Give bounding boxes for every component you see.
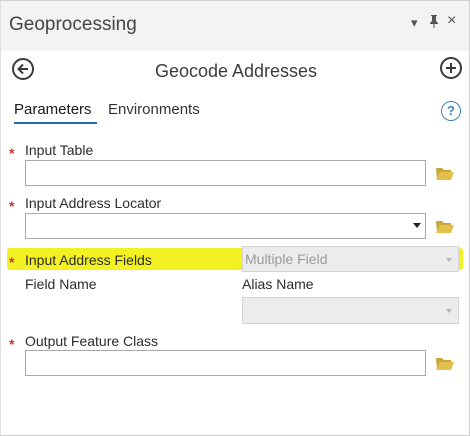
pane-titlebar: Geoprocessing ▾ × [1, 1, 469, 51]
output-feature-class-label: Output Feature Class [25, 333, 159, 349]
required-marker: * [9, 145, 15, 161]
required-marker: * [9, 336, 15, 352]
geoprocessing-pane: Geoprocessing ▾ × Geocode Addresses Para… [0, 0, 470, 436]
active-tab-indicator [14, 122, 97, 124]
alias-name-combobox [242, 297, 459, 324]
input-locator-combobox[interactable] [25, 213, 426, 239]
folder-open-icon[interactable] [435, 355, 455, 371]
input-table-field[interactable] [25, 160, 426, 186]
output-feature-class-field[interactable] [25, 350, 426, 376]
chevron-down-icon[interactable]: ▾ [411, 15, 418, 31]
folder-open-icon[interactable] [435, 218, 455, 234]
input-fields-value: Multiple Field [245, 251, 328, 267]
input-table-label: Input Table [25, 142, 94, 158]
tool-title: Geocode Addresses [154, 61, 318, 81]
required-marker: * [9, 198, 15, 214]
alias-name-header: Alias Name [242, 276, 314, 292]
dropdown-arrow-icon [446, 258, 452, 262]
required-marker: * [9, 254, 15, 270]
input-fields-combobox: Multiple Field [242, 246, 459, 272]
folder-open-icon[interactable] [435, 165, 455, 181]
input-locator-label: Input Address Locator [25, 195, 162, 211]
help-icon[interactable]: ? [441, 101, 461, 121]
dropdown-arrow-icon [446, 309, 452, 313]
tab-parameters[interactable]: Parameters [14, 101, 92, 118]
input-fields-label: Input Address Fields [25, 252, 152, 268]
field-name-header: Field Name [25, 276, 97, 292]
pin-icon[interactable] [429, 15, 439, 31]
dropdown-arrow-icon[interactable] [413, 223, 421, 228]
close-icon[interactable]: × [447, 12, 456, 30]
pane-title: Geoprocessing [9, 14, 137, 35]
plus-circle-icon[interactable] [440, 57, 462, 79]
tab-environments[interactable]: Environments [108, 101, 200, 118]
